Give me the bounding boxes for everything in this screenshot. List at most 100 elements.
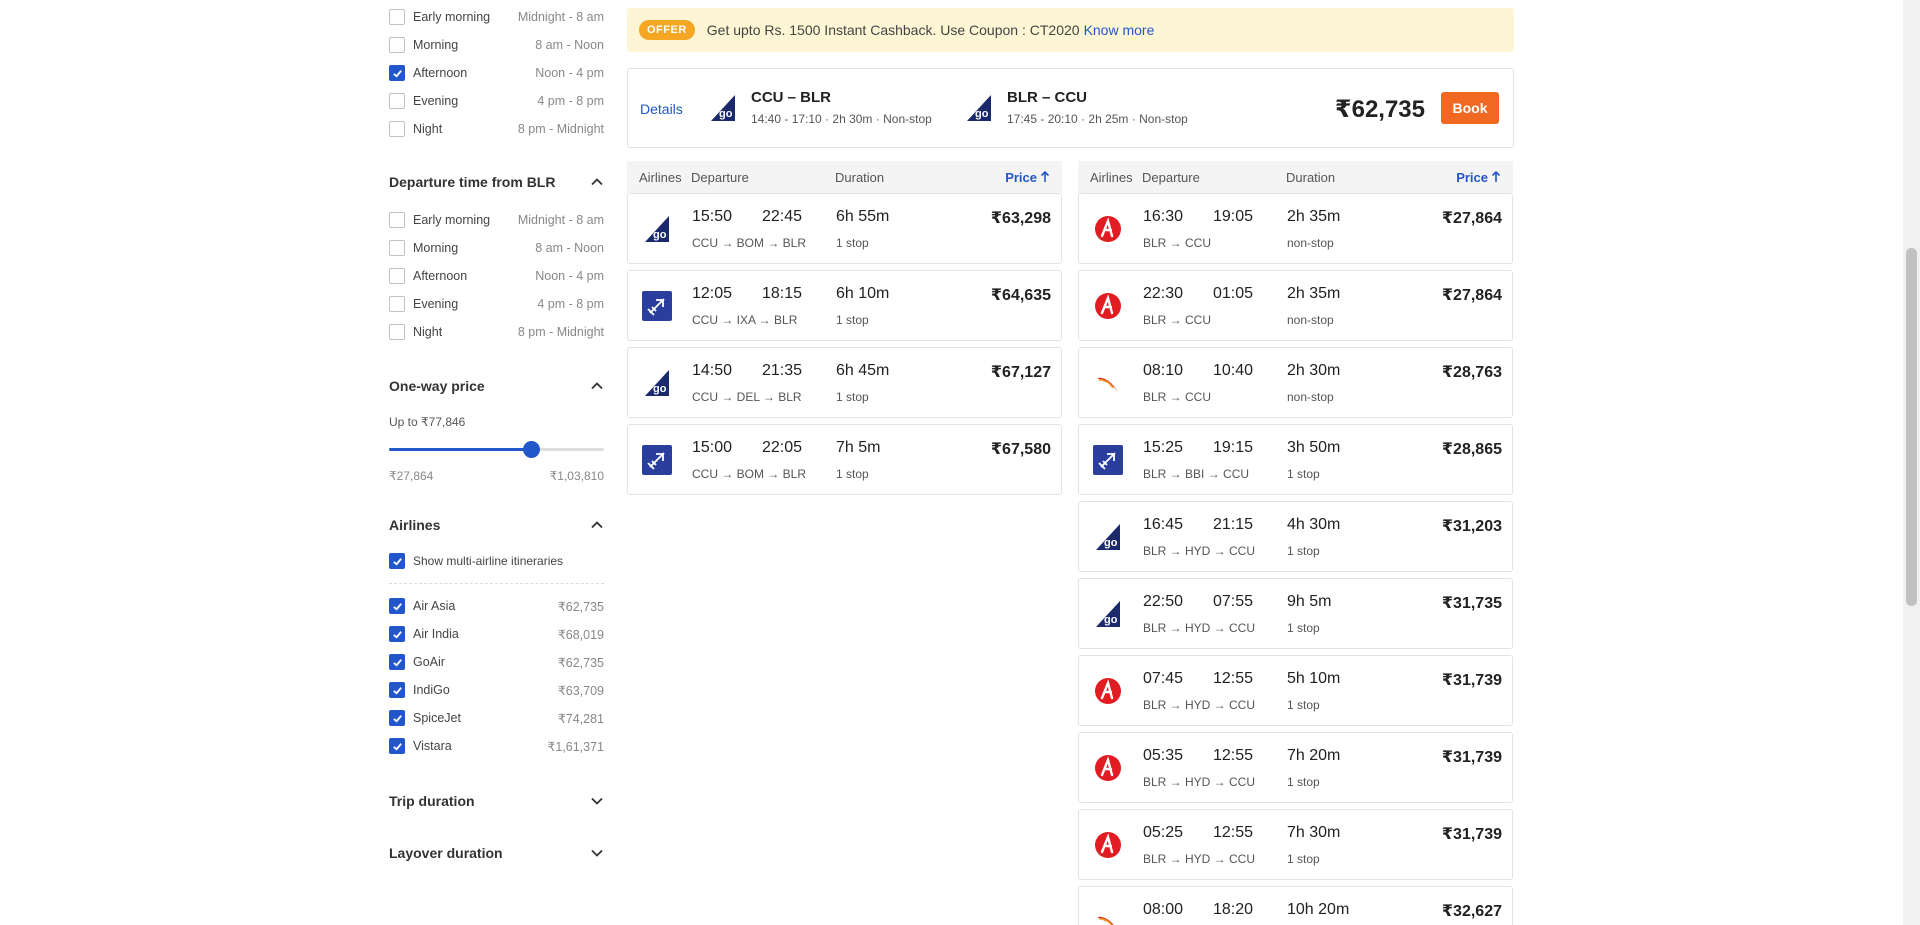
- multi-airline-option[interactable]: Show multi-airline itineraries: [389, 551, 604, 571]
- checkbox[interactable]: [389, 738, 405, 754]
- checkbox[interactable]: [389, 93, 405, 109]
- checkbox[interactable]: [389, 654, 405, 670]
- know-more-link[interactable]: Know more: [1084, 22, 1155, 38]
- checkbox[interactable]: [389, 626, 405, 642]
- flight-card[interactable]: 22:30 01:05 2h 35m ₹27,864 BLR → CCU non-stop: [1078, 270, 1513, 341]
- flight-card[interactable]: go 22:50 07:55 9h 5m ₹31,735 BLR → HYD → CCU 1…: [1078, 578, 1513, 649]
- flight-duration: 3h 50m: [1287, 439, 1341, 456]
- airline-filter-vistara[interactable]: Vistara ₹1,61,371: [389, 736, 604, 756]
- departure-time: 05:25: [1143, 824, 1184, 841]
- return-time-evening[interactable]: Evening 4 pm - 8 pm: [389, 294, 604, 314]
- flight-card[interactable]: 08:00 18:20 10h 20m ₹32,627: [1078, 886, 1513, 925]
- price-sort-column[interactable]: Price: [1005, 170, 1050, 185]
- checkbox[interactable]: [389, 9, 405, 25]
- details-link[interactable]: Details: [640, 101, 683, 117]
- flight-card[interactable]: 12:05 18:15 6h 10m ₹64,635 CCU → IXA → BLR 1 …: [627, 270, 1062, 341]
- flight-route: BLR → CCU: [1143, 313, 1212, 327]
- slider-fill: [389, 448, 531, 451]
- airline-filter-indigo[interactable]: IndiGo ₹63,709: [389, 680, 604, 700]
- onward-times: 14:40 - 17:10 · 2h 30m · Non-stop: [751, 112, 932, 126]
- checkbox[interactable]: [389, 296, 405, 312]
- price-sort-column[interactable]: Price: [1456, 170, 1501, 185]
- flight-card[interactable]: 05:25 12:55 7h 30m ₹31,739 BLR → HYD → CCU 1 …: [1078, 809, 1513, 880]
- airlines-column[interactable]: Airlines: [1090, 170, 1133, 185]
- flight-duration: 6h 55m: [836, 208, 890, 225]
- onward-time-afternoon[interactable]: Afternoon Noon - 4 pm: [389, 63, 604, 83]
- checkbox[interactable]: [389, 682, 405, 698]
- plane-logo-icon: [1093, 445, 1123, 475]
- flight-card[interactable]: go 15:50 22:45 6h 55m ₹63,298 CCU → BOM → BLR…: [627, 193, 1062, 264]
- flight-card[interactable]: 08:10 10:40 2h 30m ₹28,763 BLR → CCU non-stop: [1078, 347, 1513, 418]
- airlines-header[interactable]: Airlines: [389, 517, 604, 533]
- checkbox[interactable]: [389, 268, 405, 284]
- option-value: ₹74,281: [557, 711, 604, 726]
- option-label: Early morning: [413, 213, 491, 227]
- flight-card[interactable]: 15:00 22:05 7h 5m ₹67,580 CCU → BOM → BLR 1 s…: [627, 424, 1062, 495]
- onward-leg: CCU – BLR 14:40 - 17:10 · 2h 30m · Non-s…: [751, 89, 932, 126]
- option-value: ₹62,735: [557, 655, 604, 670]
- return-time-night[interactable]: Night 8 pm - Midnight: [389, 322, 604, 342]
- return-departure-header[interactable]: Departure time from BLR: [389, 174, 604, 190]
- checkbox[interactable]: [389, 324, 405, 340]
- onward-time-evening[interactable]: Evening 4 pm - 8 pm: [389, 91, 604, 111]
- flight-stops: 1 stop: [1287, 775, 1320, 789]
- flight-card[interactable]: 15:25 19:15 3h 50m ₹28,865 BLR → BBI → CCU 1 …: [1078, 424, 1513, 495]
- arrival-time: 22:05: [762, 439, 803, 456]
- departure-column[interactable]: Departure: [691, 170, 749, 185]
- book-button[interactable]: Book: [1441, 92, 1499, 124]
- flight-route: BLR → HYD → CCU: [1143, 544, 1256, 558]
- checkbox[interactable]: [389, 598, 405, 614]
- onward-time-early-morning[interactable]: Early morning Midnight - 8 am: [389, 7, 604, 27]
- checkbox[interactable]: [389, 65, 405, 81]
- flight-stops: non-stop: [1287, 313, 1334, 327]
- flight-card[interactable]: 07:45 12:55 5h 10m ₹31,739 BLR → HYD → CCU 1 …: [1078, 655, 1513, 726]
- plane-logo-icon: [642, 291, 672, 321]
- departure-time: 05:35: [1143, 747, 1184, 764]
- flight-card[interactable]: 16:30 19:05 2h 35m ₹27,864 BLR → CCU non-stop: [1078, 193, 1513, 264]
- airasia-logo-icon: [1095, 293, 1121, 319]
- checkbox[interactable]: [389, 240, 405, 256]
- airline-filter-air-asia[interactable]: Air Asia ₹62,735: [389, 596, 604, 616]
- return-time-early-morning[interactable]: Early morning Midnight - 8 am: [389, 210, 604, 230]
- section-title: Airlines: [389, 517, 441, 533]
- price-min-label: ₹27,864: [389, 469, 434, 483]
- layover-duration-header[interactable]: Layover duration: [389, 845, 604, 861]
- checkbox[interactable]: [389, 121, 405, 137]
- chevron-up-icon: [591, 382, 603, 390]
- onward-time-night[interactable]: Night 8 pm - Midnight: [389, 119, 604, 139]
- scrollbar-thumb[interactable]: [1906, 248, 1917, 606]
- option-value: ₹1,61,371: [547, 739, 604, 754]
- return-column-header: Airlines Departure Duration Price: [1078, 161, 1513, 193]
- airline-filter-goair[interactable]: GoAir ₹62,735: [389, 652, 604, 672]
- onward-time-range: 14:40 - 17:10: [751, 112, 822, 126]
- price-column-label: Price: [1005, 169, 1037, 185]
- onward-time-morning[interactable]: Morning 8 am - Noon: [389, 35, 604, 55]
- price-header[interactable]: One-way price: [389, 378, 604, 394]
- flight-card[interactable]: go 14:50 21:35 6h 45m ₹67,127 CCU → DEL → BLR…: [627, 347, 1062, 418]
- airline-filter-spicejet[interactable]: SpiceJet ₹74,281: [389, 708, 604, 728]
- option-label: Night: [413, 325, 443, 339]
- slider-handle[interactable]: [522, 441, 540, 458]
- departure-time: 22:30: [1143, 285, 1184, 302]
- flight-card[interactable]: 05:35 12:55 7h 20m ₹31,739 BLR → HYD → CCU 1 …: [1078, 732, 1513, 803]
- trip-duration-header[interactable]: Trip duration: [389, 793, 604, 809]
- checkbox[interactable]: [389, 553, 405, 569]
- offer-banner: OFFER Get upto Rs. 1500 Instant Cashback…: [627, 8, 1514, 52]
- flight-card[interactable]: go 16:45 21:15 4h 30m ₹31,203 BLR → HYD → CCU…: [1078, 501, 1513, 572]
- goair-logo-icon: go: [645, 370, 669, 396]
- return-time-morning[interactable]: Morning 8 am - Noon: [389, 238, 604, 258]
- duration-column[interactable]: Duration: [1286, 170, 1335, 185]
- checkbox[interactable]: [389, 37, 405, 53]
- flight-stops: 1 stop: [1287, 852, 1320, 866]
- flight-price: ₹31,735: [1441, 595, 1502, 612]
- departure-column[interactable]: Departure: [1142, 170, 1200, 185]
- checkbox[interactable]: [389, 710, 405, 726]
- flight-stops: 1 stop: [836, 467, 869, 481]
- checkbox[interactable]: [389, 212, 405, 228]
- airlines-column[interactable]: Airlines: [639, 170, 682, 185]
- airline-filter-air-india[interactable]: Air India ₹68,019: [389, 624, 604, 644]
- option-value: 4 pm - 8 pm: [537, 94, 604, 108]
- return-time-afternoon[interactable]: Afternoon Noon - 4 pm: [389, 266, 604, 286]
- price-slider[interactable]: [389, 441, 604, 458]
- duration-column[interactable]: Duration: [835, 170, 884, 185]
